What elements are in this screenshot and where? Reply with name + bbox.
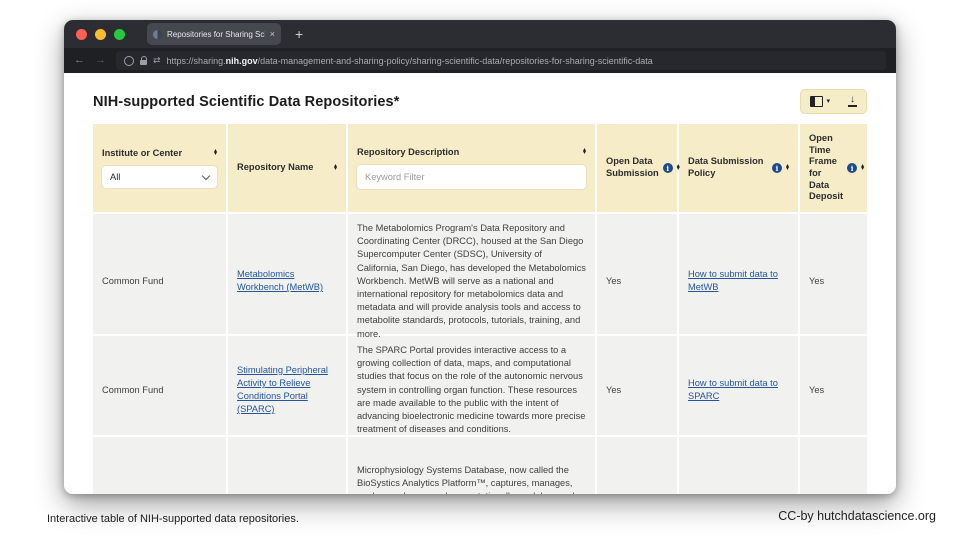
- keyword-filter-input[interactable]: [357, 165, 586, 190]
- repository-link[interactable]: Stimulating Peripheral Activity to Relie…: [237, 364, 337, 417]
- open-data-submission-cell: [597, 437, 679, 494]
- header-data-submission-policy: Data Submission Policy i ▴ ▾: [679, 124, 800, 212]
- repository-name-cell: [228, 437, 348, 494]
- url-text: https://sharing.nih.gov/data-management-…: [167, 56, 653, 66]
- repository-name-cell: Metabolomics Workbench (MetWB): [228, 214, 348, 349]
- repository-link[interactable]: Metabolomics Workbench (MetWB): [237, 268, 337, 294]
- policy-cell: [679, 437, 800, 494]
- forward-icon[interactable]: →: [95, 55, 106, 66]
- info-icon[interactable]: i: [662, 163, 673, 173]
- institute-filter-select[interactable]: All: [102, 166, 217, 189]
- screenshot-canvas: Repositories for Sharing Scienti × + ← →…: [0, 0, 960, 540]
- table-row: Microphysiology Systems Database, now ca…: [93, 437, 867, 494]
- page-title: NIH-supported Scientific Data Repositori…: [93, 93, 400, 110]
- selected-option: All: [110, 172, 121, 183]
- open-data-submission-cell: Yes: [597, 336, 679, 445]
- header-open-time-frame: Open Time Frame for Data Deposit i ▴ ▾: [800, 124, 866, 212]
- description-cell: Microphysiology Systems Database, now ca…: [348, 437, 597, 494]
- info-icon[interactable]: i: [771, 163, 782, 173]
- swap-arrows-icon: ⇄: [153, 55, 161, 65]
- traffic-lights: [76, 28, 125, 40]
- download-button[interactable]: ↓: [839, 90, 866, 113]
- description-cell: The Metabolomics Program's Data Reposito…: [348, 214, 597, 349]
- url-prefix: https://sharing.: [166, 55, 226, 66]
- repositories-table: Institute or Center ▴ ▾ All Repository Na…: [93, 124, 867, 494]
- header-institute-or-center: Institute or Center ▴ ▾ All: [93, 124, 228, 212]
- description-cell: The SPARC Portal provides interactive ac…: [348, 336, 597, 445]
- open-time-frame-cell: Yes: [809, 275, 825, 286]
- column-label: Repository Name: [237, 162, 314, 173]
- tab-favicon-icon: [153, 29, 162, 39]
- policy-link[interactable]: How to submit data to SPARC: [688, 377, 789, 403]
- lock-icon: [140, 55, 147, 65]
- institute-cell: [93, 437, 228, 494]
- columns-icon: [810, 96, 824, 107]
- sort-icon[interactable]: ▴ ▾: [583, 147, 586, 156]
- policy-cell: How to submit data to SPARC: [679, 336, 800, 445]
- url-domain: nih.gov: [225, 55, 258, 66]
- institute-cell: Common Fund: [93, 214, 228, 349]
- tab-title: Repositories for Sharing Scienti: [167, 29, 265, 39]
- new-tab-button[interactable]: +: [295, 27, 303, 41]
- window-minimize-button[interactable]: [95, 28, 106, 40]
- table-row: Common Fund Stimulating Peripheral Activ…: [93, 336, 867, 445]
- repository-name-cell: Stimulating Peripheral Activity to Relie…: [228, 336, 348, 445]
- sort-icon[interactable]: ▴ ▾: [786, 163, 789, 172]
- header-open-data-submission: Open Data Submission i ▴ ▾: [597, 124, 680, 212]
- browser-url-bar: ← → ⇄ https://sharing.nih.gov/data-manag…: [64, 48, 896, 73]
- chevron-down-icon: ▾: [826, 98, 830, 105]
- column-label: Open Time Frame for Data Deposit: [809, 133, 844, 202]
- column-label: Repository Description: [357, 146, 460, 157]
- column-label: Data Submission Policy: [688, 156, 764, 178]
- sort-icon[interactable]: ▴ ▾: [861, 163, 864, 172]
- sort-icon[interactable]: ▴ ▾: [334, 163, 337, 172]
- download-icon: ↓: [848, 94, 857, 107]
- browser-tab-bar: Repositories for Sharing Scienti × +: [64, 20, 896, 48]
- policy-cell: How to submit data to MetWB: [679, 214, 800, 349]
- column-label: Open Data Submission: [606, 156, 659, 178]
- content-header: NIH-supported Scientific Data Repositori…: [64, 73, 896, 124]
- institute-cell: Common Fund: [93, 336, 228, 445]
- window-close-button[interactable]: [76, 28, 87, 40]
- table-toolbar: ▾ ↓: [800, 89, 867, 114]
- back-icon[interactable]: ←: [74, 55, 85, 66]
- page-content: NIH-supported Scientific Data Repositori…: [64, 73, 896, 494]
- shield-icon[interactable]: [124, 55, 134, 66]
- figure-caption: Interactive table of NIH-supported data …: [47, 513, 299, 525]
- open-time-frame-cell: Yes: [809, 384, 825, 395]
- window-zoom-button[interactable]: [114, 28, 125, 40]
- table-row: Common Fund Metabolomics Workbench (MetW…: [93, 214, 867, 349]
- policy-link[interactable]: How to submit data to MetWB: [688, 268, 789, 294]
- header-repository-description: Repository Description ▴ ▾: [348, 124, 597, 212]
- open-data-submission-cell: Yes: [597, 214, 679, 349]
- address-bar[interactable]: ⇄ https://sharing.nih.gov/data-managemen…: [116, 51, 886, 70]
- browser-tab[interactable]: Repositories for Sharing Scienti ×: [147, 23, 281, 45]
- tab-close-icon[interactable]: ×: [270, 29, 275, 39]
- table-header-row: Institute or Center ▴ ▾ All Repository Na…: [93, 124, 867, 214]
- header-repository-name: Repository Name ▴ ▾: [228, 124, 348, 212]
- sort-icon[interactable]: ▴ ▾: [214, 148, 217, 157]
- column-label: Institute or Center: [102, 147, 183, 158]
- chevron-down-icon: [201, 171, 211, 181]
- browser-window: Repositories for Sharing Scienti × + ← →…: [64, 20, 896, 494]
- open-time-frame-cell: [800, 437, 866, 494]
- info-icon[interactable]: i: [847, 163, 858, 173]
- column-visibility-button[interactable]: ▾: [801, 90, 839, 113]
- url-path: /data-management-and-sharing-policy/shar…: [257, 55, 653, 66]
- attribution-text: CC-by hutchdatascience.org: [778, 509, 936, 523]
